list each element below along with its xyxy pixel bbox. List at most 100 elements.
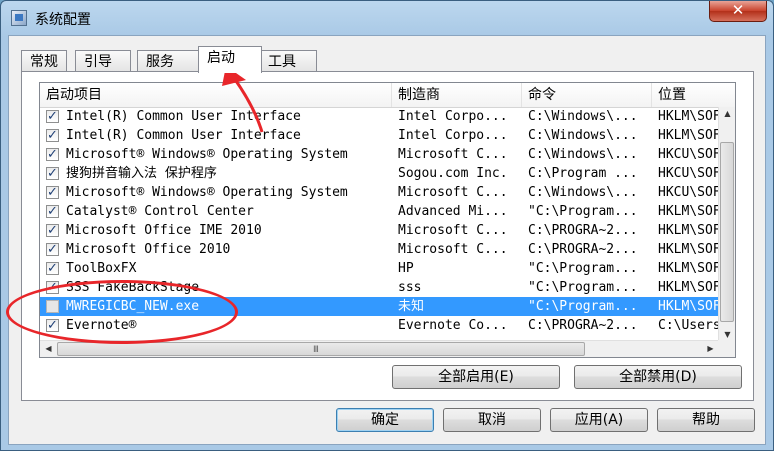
table-row[interactable]: Microsoft Office IME 2010 Microsoft C... C… bbox=[40, 221, 719, 240]
tab-boot[interactable]: 引导 bbox=[75, 50, 131, 72]
startup-item-checkbox[interactable] bbox=[46, 240, 59, 259]
cancel-button[interactable]: 取消 bbox=[443, 408, 541, 432]
table-row[interactable]: 搜狗拼音输入法 保护程序 Sogou.com Inc. C:\Program ...… bbox=[40, 164, 719, 183]
startup-item-checkbox[interactable] bbox=[46, 183, 59, 202]
ok-button[interactable]: 确定 bbox=[336, 408, 434, 432]
startup-item-manufacturer: HP bbox=[398, 261, 414, 276]
help-button[interactable]: 帮助 bbox=[657, 408, 755, 432]
scroll-right-icon[interactable]: ▶ bbox=[702, 344, 719, 353]
startup-item-command: C:\Program ... bbox=[528, 166, 638, 181]
close-button[interactable]: ✕ bbox=[709, 1, 767, 22]
startup-item-manufacturer: Advanced Mi... bbox=[398, 204, 508, 219]
startup-item-name: 搜狗拼音输入法 保护程序 bbox=[66, 166, 217, 181]
startup-item-checkbox[interactable] bbox=[46, 316, 59, 335]
system-config-window: 系统配置 ✕ 常规 引导 服务 启动 工具 启动项目 制造商 命令 位置 Int… bbox=[0, 0, 774, 451]
startup-item-command: "C:\Program... bbox=[528, 261, 638, 276]
scroll-down-icon[interactable]: ▼ bbox=[719, 330, 735, 339]
tab-startup[interactable]: 启动 bbox=[198, 46, 262, 73]
window-title: 系统配置 bbox=[35, 12, 91, 28]
table-row[interactable]: ToolBoxFX HP "C:\Program... HKLM\SOFT bbox=[40, 259, 719, 278]
startup-item-manufacturer: Microsoft C... bbox=[398, 223, 508, 238]
vertical-scrollbar[interactable]: ▲ ▼ bbox=[718, 107, 735, 341]
startup-item-manufacturer: 未知 bbox=[398, 299, 425, 314]
startup-item-name: ToolBoxFX bbox=[66, 261, 137, 276]
enable-all-button[interactable]: 全部启用(E) bbox=[392, 365, 560, 389]
startup-item-command: C:\PROGRA~2... bbox=[528, 242, 638, 257]
scroll-up-icon[interactable]: ▲ bbox=[719, 109, 735, 118]
startup-item-location: HKCU\SOFT bbox=[658, 147, 719, 162]
column-header-command[interactable]: 命令 bbox=[522, 83, 652, 107]
startup-item-location: HKCU\SOFT bbox=[658, 185, 719, 200]
startup-item-location: HKCU\SOFT bbox=[658, 166, 719, 181]
startup-item-checkbox[interactable] bbox=[46, 107, 59, 126]
startup-items-list[interactable]: 启动项目 制造商 命令 位置 Intel(R) Common User Inte… bbox=[39, 82, 736, 358]
startup-item-manufacturer: Microsoft C... bbox=[398, 242, 508, 257]
startup-item-name: Microsoft® Windows® Operating System bbox=[66, 185, 348, 200]
startup-item-location: HKLM\SOFT bbox=[658, 109, 719, 124]
tab-general[interactable]: 常规 bbox=[21, 50, 67, 72]
startup-item-manufacturer: Sogou.com Inc. bbox=[398, 166, 508, 181]
table-row[interactable]: Microsoft® Windows® Operating System Micr… bbox=[40, 145, 719, 164]
startup-item-location: HKLM\SOFT bbox=[658, 299, 719, 314]
table-row[interactable]: Microsoft Office 2010 Microsoft C... C:\PR… bbox=[40, 240, 719, 259]
startup-item-checkbox[interactable] bbox=[46, 300, 59, 313]
startup-tab-panel: 启动项目 制造商 命令 位置 Intel(R) Common User Inte… bbox=[21, 71, 754, 401]
startup-item-location: HKLM\SOFT bbox=[658, 242, 719, 257]
startup-item-manufacturer: Evernote Co... bbox=[398, 318, 508, 333]
startup-item-command: "C:\Program... bbox=[528, 299, 638, 314]
startup-item-command: C:\Windows\... bbox=[528, 185, 638, 200]
startup-item-location: HKLM\SOFT bbox=[658, 128, 719, 143]
startup-item-command: "C:\Program... bbox=[528, 280, 638, 295]
startup-item-location: HKLM\SOFT bbox=[658, 261, 719, 276]
startup-item-name: Evernote® bbox=[66, 318, 137, 333]
close-icon: ✕ bbox=[731, 1, 745, 19]
startup-item-name: Intel(R) Common User Interface bbox=[66, 109, 301, 124]
title-bar[interactable]: 系统配置 ✕ bbox=[1, 1, 773, 35]
startup-item-checkbox[interactable] bbox=[46, 259, 59, 278]
table-row[interactable]: Intel(R) Common User Interface Intel Corp… bbox=[40, 126, 719, 145]
startup-item-manufacturer: Intel Corpo... bbox=[398, 109, 508, 124]
startup-item-checkbox[interactable] bbox=[46, 145, 59, 164]
scroll-grip-icon: III bbox=[313, 345, 319, 355]
scrollbar-corner bbox=[718, 340, 735, 357]
table-row[interactable]: SSS FakeBackStage sss "C:\Program... HKLM\S… bbox=[40, 278, 719, 297]
startup-item-command: C:\PROGRA~2... bbox=[528, 223, 638, 238]
startup-item-manufacturer: Intel Corpo... bbox=[398, 128, 508, 143]
startup-item-manufacturer: Microsoft C... bbox=[398, 147, 508, 162]
tab-tools[interactable]: 工具 bbox=[259, 50, 317, 72]
table-row[interactable]: Catalyst® Control Center Advanced Mi... "C… bbox=[40, 202, 719, 221]
startup-item-location: C:\Users\ bbox=[658, 318, 719, 333]
startup-item-location: HKLM\SOFT bbox=[658, 204, 719, 219]
app-icon bbox=[11, 10, 27, 26]
startup-item-checkbox[interactable] bbox=[46, 278, 59, 297]
column-header-startup-item[interactable]: 启动项目 bbox=[40, 83, 392, 107]
startup-item-checkbox[interactable] bbox=[46, 126, 59, 145]
column-header-location[interactable]: 位置 bbox=[652, 83, 735, 107]
startup-item-command: C:\Windows\... bbox=[528, 128, 638, 143]
startup-item-location: HKLM\SOFT bbox=[658, 280, 719, 295]
horizontal-scroll-thumb[interactable]: III bbox=[57, 342, 585, 356]
table-row[interactable]: Intel(R) Common User Interface Intel Corp… bbox=[40, 107, 719, 126]
horizontal-scrollbar[interactable]: ◀ III ▶ bbox=[40, 340, 719, 357]
startup-item-name: SSS FakeBackStage bbox=[66, 280, 200, 295]
startup-item-command: C:\PROGRA~2... bbox=[528, 318, 638, 333]
scroll-left-icon[interactable]: ◀ bbox=[40, 344, 57, 353]
disable-all-button[interactable]: 全部禁用(D) bbox=[574, 365, 742, 389]
apply-button[interactable]: 应用(A) bbox=[550, 408, 648, 432]
table-row[interactable]: Microsoft® Windows® Operating System Micr… bbox=[40, 183, 719, 202]
column-header-manufacturer[interactable]: 制造商 bbox=[392, 83, 522, 107]
tab-services[interactable]: 服务 bbox=[137, 50, 201, 72]
startup-item-name: Catalyst® Control Center bbox=[66, 204, 254, 219]
startup-item-location: HKLM\SOFT bbox=[658, 223, 719, 238]
startup-item-checkbox[interactable] bbox=[46, 164, 59, 183]
startup-item-manufacturer: Microsoft C... bbox=[398, 185, 508, 200]
startup-item-name: Intel(R) Common User Interface bbox=[66, 128, 301, 143]
dialog-client-area: 常规 引导 服务 启动 工具 启动项目 制造商 命令 位置 Intel(R) C… bbox=[8, 35, 766, 445]
startup-item-name: Microsoft Office 2010 bbox=[66, 242, 231, 257]
table-row[interactable]: Evernote® Evernote Co... C:\PROGRA~2... C:\… bbox=[40, 316, 719, 335]
table-row[interactable]: MWREGICBC_NEW.exe 未知 "C:\Program... HKLM\SO… bbox=[40, 297, 719, 316]
startup-item-checkbox[interactable] bbox=[46, 221, 59, 240]
startup-item-checkbox[interactable] bbox=[46, 202, 59, 221]
vertical-scroll-thumb[interactable] bbox=[720, 142, 734, 322]
startup-item-name: Microsoft Office IME 2010 bbox=[66, 223, 262, 238]
